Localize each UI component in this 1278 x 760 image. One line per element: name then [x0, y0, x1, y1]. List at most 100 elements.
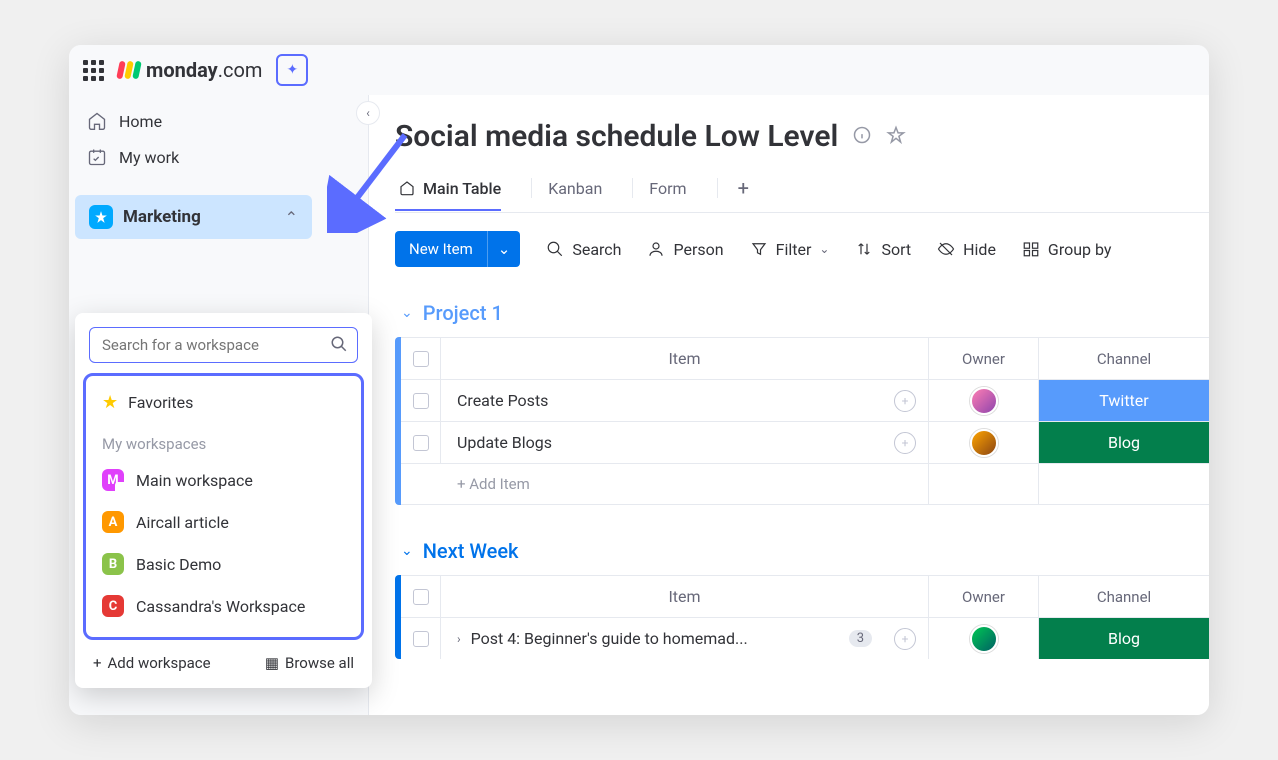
group-header[interactable]: ⌄ Next Week [395, 539, 1209, 563]
workspace-item-cassandra[interactable]: C Cassandra's Workspace [92, 585, 355, 627]
chevron-down-icon: ⌄ [401, 543, 413, 559]
group-header[interactable]: ⌄ Project 1 [395, 301, 1209, 325]
app-window: monday.com ✦ ‹ Home My work Marketing [69, 45, 1209, 715]
tab-kanban[interactable]: Kanban [544, 179, 620, 210]
my-workspaces-heading: My workspaces [92, 421, 355, 459]
owner-cell[interactable] [929, 422, 1039, 463]
conversation-icon[interactable] [894, 628, 916, 650]
workspace-popup: ★ Favorites My workspaces M Main workspa… [75, 313, 372, 688]
tab-separator [531, 178, 532, 198]
search-label: Search [572, 240, 621, 259]
plus-icon: + [93, 654, 102, 672]
owner-cell[interactable] [929, 618, 1039, 659]
owner-cell[interactable] [929, 380, 1039, 421]
item-name-cell[interactable]: › Post 4: Beginner's guide to homemad...… [441, 618, 929, 659]
add-item-row[interactable]: + Add Item [401, 463, 1209, 505]
sort-tool[interactable]: Sort [855, 240, 911, 259]
channel-cell[interactable]: Blog [1039, 422, 1209, 463]
chevron-down-icon[interactable]: ⌄ [487, 231, 521, 267]
apps-grid-icon[interactable] [83, 60, 104, 81]
expand-subitems-icon[interactable]: › [457, 632, 461, 646]
filter-tool[interactable]: Filter ⌄ [750, 240, 830, 259]
group-table: Item Owner Channel › Post 4: Beginner's … [395, 575, 1209, 659]
brand-logo[interactable]: monday.com [118, 58, 262, 82]
favorites-label: Favorites [128, 393, 193, 412]
workspace-avatar-b-icon: B [102, 553, 124, 575]
sort-icon [855, 240, 873, 258]
filter-icon [750, 240, 768, 258]
avatar-icon [970, 625, 998, 653]
nav-mywork-label: My work [119, 148, 179, 167]
subitems-count-badge: 3 [849, 630, 872, 647]
workspace-item-basic[interactable]: B Basic Demo [92, 543, 355, 585]
conversation-icon[interactable] [894, 390, 916, 412]
add-workspace-button[interactable]: +Add workspace [93, 654, 211, 672]
table-row: Update Blogs Blog [401, 421, 1209, 463]
item-name: Create Posts [457, 391, 548, 410]
group-icon [1022, 240, 1040, 258]
checkbox[interactable] [413, 435, 429, 451]
calendar-check-icon [87, 147, 107, 167]
browse-all-button[interactable]: ▦ Browse all [265, 654, 354, 672]
group-by-tool[interactable]: Group by [1022, 240, 1112, 259]
workspace-selector[interactable]: Marketing ⌃ [75, 195, 312, 239]
channel-cell[interactable]: Twitter [1039, 380, 1209, 421]
browse-all-label: Browse all [285, 654, 354, 672]
channel-chip: Blog [1039, 618, 1209, 659]
home-icon [87, 111, 107, 131]
col-header-channel[interactable]: Channel [1039, 576, 1209, 617]
board-title[interactable]: Social media schedule Low Level [395, 119, 838, 154]
tab-main-table[interactable]: Main Table [395, 179, 519, 210]
nav-mywork[interactable]: My work [69, 139, 368, 175]
workspace-more-button[interactable]: ⋯ [318, 205, 368, 229]
main-content: Social media schedule Low Level Main Tab… [369, 95, 1209, 715]
channel-cell[interactable]: Blog [1039, 618, 1209, 659]
workspace-search-input[interactable] [89, 327, 358, 363]
person-label: Person [673, 240, 723, 259]
star-outline-icon[interactable] [886, 125, 906, 149]
conversation-icon[interactable] [894, 432, 916, 454]
info-icon[interactable] [852, 125, 872, 149]
workspace-name: Marketing [123, 207, 275, 227]
sidebar-collapse-button[interactable]: ‹ [356, 101, 380, 125]
search-tool[interactable]: Search [546, 240, 621, 259]
new-item-button[interactable]: New Item ⌄ [395, 231, 520, 267]
brand-text-bold: monday [146, 58, 218, 82]
table-row: › Post 4: Beginner's guide to homemad...… [401, 617, 1209, 659]
workspace-item-aircall[interactable]: A Aircall article [92, 501, 355, 543]
workspace-chip[interactable]: ✦ [276, 54, 308, 86]
tab-main-label: Main Table [423, 179, 501, 198]
col-header-channel[interactable]: Channel [1039, 338, 1209, 379]
tab-form[interactable]: Form [645, 179, 704, 210]
item-name-cell[interactable]: Create Posts [441, 380, 929, 421]
workspace-avatar-a-icon: A [102, 511, 124, 533]
group-by-label: Group by [1048, 240, 1112, 259]
col-header-item[interactable]: Item [441, 338, 929, 379]
grid-icon: ▦ [265, 654, 279, 672]
workspace-avatar-c-icon: C [102, 595, 124, 617]
col-header-owner[interactable]: Owner [929, 576, 1039, 617]
favorites-row[interactable]: ★ Favorites [92, 384, 355, 421]
workspace-item-main[interactable]: M Main workspace [92, 459, 355, 501]
brand-mark-icon [118, 61, 140, 79]
workspace-item-label: Cassandra's Workspace [136, 597, 305, 616]
col-header-owner[interactable]: Owner [929, 338, 1039, 379]
nav-home[interactable]: Home [69, 103, 368, 139]
board-tabs: Main Table Kanban Form + [395, 176, 1209, 213]
sort-label: Sort [881, 240, 911, 259]
col-header-item[interactable]: Item [441, 576, 929, 617]
checkbox[interactable] [413, 393, 429, 409]
tab-add-button[interactable]: + [730, 176, 757, 212]
checkbox-all[interactable] [413, 351, 429, 367]
item-name-cell[interactable]: Update Blogs [441, 422, 929, 463]
search-icon [330, 335, 348, 357]
hide-tool[interactable]: Hide [937, 240, 996, 259]
filter-label: Filter [776, 240, 812, 259]
checkbox[interactable] [413, 631, 429, 647]
channel-chip: Blog [1039, 422, 1209, 463]
checkbox-all[interactable] [413, 589, 429, 605]
person-tool[interactable]: Person [647, 240, 723, 259]
avatar-icon [970, 387, 998, 415]
board-toolbar: New Item ⌄ Search Person Filter ⌄ [395, 231, 1209, 267]
item-name: Update Blogs [457, 433, 552, 452]
